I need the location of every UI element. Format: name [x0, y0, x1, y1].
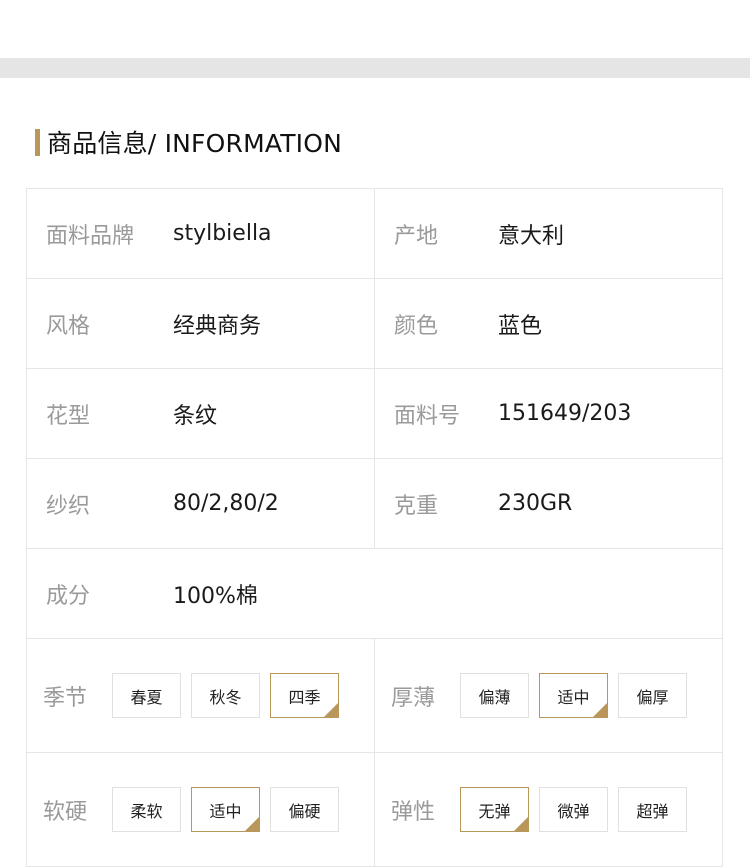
- option-chip-softness-0[interactable]: 柔软: [112, 787, 181, 832]
- table-row: 花型 条纹 面料号 151649/203: [27, 369, 723, 459]
- spec-value: 230GR: [498, 491, 573, 516]
- spec-label: 花型: [46, 403, 91, 429]
- option-chip-season-2[interactable]: 四季: [270, 673, 339, 718]
- spec-label: 成分: [46, 583, 91, 609]
- option-chip-label: 偏硬: [288, 801, 321, 821]
- option-chip-elasticity-2[interactable]: 超弹: [618, 787, 687, 832]
- spec-cell-fabric-no: 面料号 151649/203: [375, 369, 723, 458]
- option-chip-label: 四季: [288, 687, 321, 707]
- option-label: 厚薄: [391, 685, 436, 711]
- spec-value: stylbiella: [173, 221, 272, 246]
- option-chip-softness-1[interactable]: 适中: [191, 787, 260, 832]
- table-row: 季节 春夏 秋冬 四季 厚薄 偏薄 适中 偏厚: [27, 639, 723, 753]
- spec-label: 克重: [394, 493, 439, 519]
- table-row: 风格 经典商务 颜色 蓝色: [27, 279, 723, 369]
- option-cell-elasticity: 弹性 无弹 微弹 超弹: [375, 753, 723, 866]
- option-label: 季节: [43, 685, 88, 711]
- option-chip-thickness-2[interactable]: 偏厚: [618, 673, 687, 718]
- option-cell-thickness: 厚薄 偏薄 适中 偏厚: [375, 639, 723, 752]
- spec-cell-fabric-brand: 面料品牌 stylbiella: [27, 189, 375, 278]
- spec-value: 151649/203: [498, 401, 632, 426]
- spec-cell-pattern: 花型 条纹: [27, 369, 375, 458]
- table-row: 面料品牌 stylbiella 产地 意大利: [27, 189, 723, 279]
- spec-label: 面料号: [394, 403, 461, 429]
- option-chip-label: 偏厚: [636, 687, 669, 707]
- option-chip-thickness-1[interactable]: 适中: [539, 673, 608, 718]
- spec-value: 经典商务: [173, 313, 262, 339]
- spec-label: 面料品牌: [46, 223, 135, 249]
- option-chip-label: 偏薄: [478, 687, 511, 707]
- option-chip-softness-2[interactable]: 偏硬: [270, 787, 339, 832]
- spec-value: 蓝色: [498, 313, 543, 339]
- table-row: 软硬 柔软 适中 偏硬 弹性 无弹 微弹 超弹: [27, 753, 723, 867]
- section-title: 商品信息/ INFORMATION: [47, 129, 343, 158]
- option-chip-season-0[interactable]: 春夏: [112, 673, 181, 718]
- spec-value: 80/2,80/2: [173, 491, 279, 516]
- spec-label: 产地: [394, 223, 439, 249]
- spec-label: 颜色: [394, 313, 439, 339]
- spec-cell-composition: 成分 100%棉: [27, 549, 723, 638]
- product-info-table: 面料品牌 stylbiella 产地 意大利 风格 经典商务 颜色 蓝色 花型 …: [26, 188, 723, 867]
- selected-corner-icon: [514, 817, 528, 831]
- top-divider-band: [0, 58, 750, 78]
- option-chip-group: 无弹 微弹 超弹: [460, 787, 687, 832]
- option-chip-group: 柔软 适中 偏硬: [112, 787, 339, 832]
- selected-corner-icon: [593, 703, 607, 717]
- spec-cell-style: 风格 经典商务: [27, 279, 375, 368]
- spec-cell-origin: 产地 意大利: [375, 189, 723, 278]
- spec-value: 条纹: [173, 403, 218, 429]
- spec-label: 纱织: [46, 493, 91, 519]
- option-chip-group: 春夏 秋冬 四季: [112, 673, 339, 718]
- option-chip-label: 适中: [209, 801, 242, 821]
- option-chip-label: 柔软: [130, 801, 163, 821]
- option-label: 软硬: [43, 799, 88, 825]
- table-row: 成分 100%棉: [27, 549, 723, 639]
- spec-cell-yarn: 纱织 80/2,80/2: [27, 459, 375, 548]
- spec-label: 风格: [46, 313, 91, 339]
- spec-cell-weight: 克重 230GR: [375, 459, 723, 548]
- option-chip-label: 超弹: [636, 801, 669, 821]
- option-chip-label: 无弹: [478, 801, 511, 821]
- option-chip-label: 微弹: [557, 801, 590, 821]
- table-row: 纱织 80/2,80/2 克重 230GR: [27, 459, 723, 549]
- option-chip-group: 偏薄 适中 偏厚: [460, 673, 687, 718]
- selected-corner-icon: [245, 817, 259, 831]
- spec-value: 意大利: [498, 223, 565, 249]
- selected-corner-icon: [324, 703, 338, 717]
- option-label: 弹性: [391, 799, 436, 825]
- option-chip-label: 秋冬: [209, 687, 242, 707]
- option-chip-elasticity-0[interactable]: 无弹: [460, 787, 529, 832]
- section-heading: 商品信息/ INFORMATION: [35, 128, 342, 158]
- option-chip-label: 适中: [557, 687, 590, 707]
- option-chip-thickness-0[interactable]: 偏薄: [460, 673, 529, 718]
- option-chip-elasticity-1[interactable]: 微弹: [539, 787, 608, 832]
- option-cell-softness: 软硬 柔软 适中 偏硬: [27, 753, 375, 866]
- heading-accent-bar: [35, 128, 40, 156]
- option-cell-season: 季节 春夏 秋冬 四季: [27, 639, 375, 752]
- spec-cell-color: 颜色 蓝色: [375, 279, 723, 368]
- option-chip-label: 春夏: [130, 687, 163, 707]
- option-chip-season-1[interactable]: 秋冬: [191, 673, 260, 718]
- spec-value: 100%棉: [173, 583, 258, 609]
